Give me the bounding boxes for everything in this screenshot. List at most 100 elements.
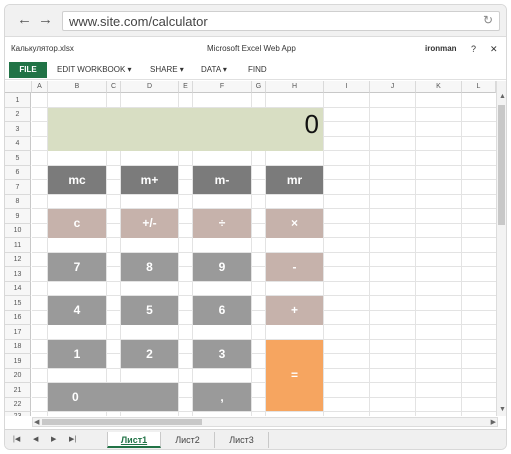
- row-header[interactable]: 2: [5, 108, 31, 122]
- scroll-right-icon[interactable]: ▶: [491, 418, 496, 426]
- row-header[interactable]: 8: [5, 195, 31, 209]
- prev-sheet-icon[interactable]: ◀: [33, 435, 38, 443]
- scroll-up-icon[interactable]: ▲: [499, 93, 506, 100]
- last-sheet-icon[interactable]: ▶|: [69, 435, 76, 443]
- browser-window: ← → www.site.com/calculator ↻ Калькулято…: [4, 4, 507, 450]
- row-header[interactable]: 18: [5, 340, 31, 354]
- vertical-scrollbar[interactable]: ▲ ▼: [496, 81, 506, 416]
- digit-4-button[interactable]: 4: [48, 296, 106, 325]
- row-header[interactable]: 19: [5, 354, 31, 369]
- grid-line: [32, 411, 496, 412]
- row-header[interactable]: 6: [5, 166, 31, 180]
- column-header[interactable]: C: [107, 81, 121, 93]
- plus-minus-button[interactable]: +/-: [121, 209, 178, 238]
- horizontal-scroll-thumb[interactable]: [42, 419, 202, 425]
- grid-line: [32, 281, 496, 282]
- column-header[interactable]: E: [179, 81, 193, 93]
- spreadsheet-grid[interactable]: A B C D E F G H I J K L 1 2 3 4 5 6 7 8 …: [5, 81, 506, 416]
- sheet-tab-1[interactable]: Лист1: [107, 432, 161, 448]
- row-header[interactable]: 12: [5, 253, 31, 267]
- row-header[interactable]: 1: [5, 93, 31, 108]
- column-header[interactable]: G: [252, 81, 266, 93]
- plus-button[interactable]: +: [266, 296, 323, 325]
- row-header[interactable]: 23: [5, 412, 31, 416]
- digit-7-button[interactable]: 7: [48, 253, 106, 281]
- url-input[interactable]: www.site.com/calculator ↻: [62, 11, 500, 31]
- digit-3-button[interactable]: 3: [193, 340, 251, 368]
- digit-6-button[interactable]: 6: [193, 296, 251, 325]
- select-all-corner[interactable]: [5, 81, 32, 93]
- row-header[interactable]: 9: [5, 209, 31, 224]
- first-sheet-icon[interactable]: |◀: [13, 435, 20, 443]
- file-tab[interactable]: FILE: [9, 62, 47, 78]
- column-header[interactable]: L: [462, 81, 496, 93]
- row-header[interactable]: 11: [5, 238, 31, 253]
- calculator-display: 0: [48, 108, 323, 151]
- column-header[interactable]: B: [48, 81, 107, 93]
- grid-line: [32, 194, 496, 195]
- edit-workbook-menu[interactable]: EDIT WORKBOOK ▾: [57, 65, 132, 74]
- row-header[interactable]: 3: [5, 122, 31, 137]
- row-header[interactable]: 20: [5, 369, 31, 383]
- scroll-down-icon[interactable]: ▼: [499, 406, 506, 413]
- mc-button[interactable]: mc: [48, 166, 106, 194]
- column-header[interactable]: H: [266, 81, 324, 93]
- next-sheet-icon[interactable]: ▶: [51, 435, 56, 443]
- address-bar: ← → www.site.com/calculator ↻: [5, 5, 506, 37]
- share-menu[interactable]: SHARE ▾: [150, 65, 184, 74]
- row-header[interactable]: 16: [5, 311, 31, 325]
- digit-5-button[interactable]: 5: [121, 296, 178, 325]
- row-header[interactable]: 21: [5, 383, 31, 398]
- column-header[interactable]: D: [121, 81, 179, 93]
- row-header[interactable]: 22: [5, 398, 31, 412]
- row-header[interactable]: 13: [5, 267, 31, 282]
- sheet-tab-3[interactable]: Лист3: [215, 432, 269, 448]
- digit-9-button[interactable]: 9: [193, 253, 251, 281]
- clear-button[interactable]: c: [48, 209, 106, 238]
- column-header[interactable]: J: [370, 81, 416, 93]
- digit-8-button[interactable]: 8: [121, 253, 178, 281]
- url-text: www.site.com/calculator: [69, 14, 208, 29]
- mr-button[interactable]: mr: [266, 166, 323, 194]
- m-plus-button[interactable]: m+: [121, 166, 178, 194]
- row-header[interactable]: 10: [5, 224, 31, 238]
- horizontal-scrollbar[interactable]: ◀ ▶: [32, 417, 498, 427]
- close-icon[interactable]: ✕: [490, 44, 498, 55]
- minus-button[interactable]: -: [266, 253, 323, 281]
- divide-button[interactable]: ÷: [193, 209, 251, 238]
- multiply-button[interactable]: ×: [266, 209, 323, 238]
- row-header[interactable]: 14: [5, 282, 31, 296]
- equals-button[interactable]: =: [266, 340, 323, 411]
- m-minus-button[interactable]: m-: [193, 166, 251, 194]
- column-header[interactable]: A: [32, 81, 48, 93]
- sheet-tab-bar: |◀ ◀ ▶ ▶| Лист1 Лист2 Лист3: [5, 429, 506, 449]
- row-header[interactable]: 5: [5, 151, 31, 166]
- comma-button[interactable]: ,: [193, 383, 251, 411]
- app-title: Microsoft Excel Web App: [207, 44, 296, 53]
- ribbon-menu: FILE EDIT WORKBOOK ▾ SHARE ▾ DATA ▾ FIND: [5, 60, 506, 80]
- sheet-tab-2[interactable]: Лист2: [161, 432, 215, 448]
- help-icon[interactable]: ?: [471, 44, 476, 54]
- data-menu[interactable]: DATA ▾: [201, 65, 227, 74]
- column-header[interactable]: I: [324, 81, 370, 93]
- digit-0-button[interactable]: 0: [48, 383, 178, 411]
- find-menu[interactable]: FIND: [248, 65, 267, 74]
- file-name: Калькулятор.xlsx: [11, 44, 74, 53]
- column-header[interactable]: K: [416, 81, 462, 93]
- reload-icon[interactable]: ↻: [483, 13, 493, 27]
- vertical-scroll-thumb[interactable]: [498, 105, 505, 225]
- scroll-left-icon[interactable]: ◀: [34, 418, 39, 426]
- row-header[interactable]: 4: [5, 137, 31, 151]
- display-value: 0: [304, 109, 319, 139]
- back-icon[interactable]: ←: [17, 11, 32, 29]
- forward-icon[interactable]: →: [38, 11, 53, 29]
- grid-line: [32, 368, 496, 369]
- row-header[interactable]: 7: [5, 180, 31, 195]
- user-name[interactable]: ironman: [425, 44, 457, 53]
- column-header[interactable]: F: [193, 81, 252, 93]
- row-header[interactable]: 17: [5, 325, 31, 340]
- excel-title-bar: Калькулятор.xlsx Microsoft Excel Web App…: [5, 38, 506, 60]
- digit-2-button[interactable]: 2: [121, 340, 178, 368]
- digit-1-button[interactable]: 1: [48, 340, 106, 368]
- row-header[interactable]: 15: [5, 296, 31, 311]
